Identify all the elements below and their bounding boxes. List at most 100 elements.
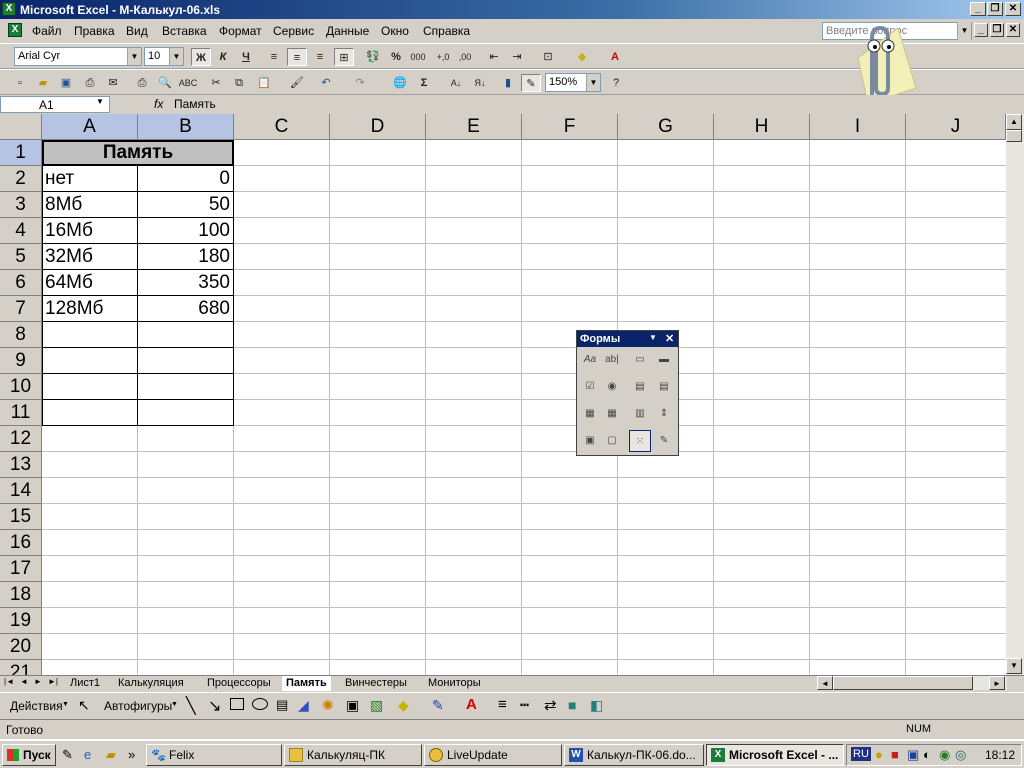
scroll-thumb[interactable]	[1006, 130, 1022, 142]
office-assistant-clippy[interactable]	[838, 18, 918, 106]
picture-icon[interactable]: ▧	[370, 697, 383, 714]
radio-control-icon[interactable]: ◉	[601, 376, 623, 398]
checkbox-control-icon[interactable]: ☑	[579, 376, 601, 398]
insert-function-button[interactable]: fx	[154, 97, 163, 111]
3d-icon[interactable]: ◧	[590, 697, 603, 714]
align-right-icon[interactable]: ≡	[310, 48, 330, 66]
row-header-17[interactable]: 17	[0, 556, 42, 582]
tray-antivirus-icon[interactable]: ◉	[939, 747, 950, 763]
drawing-toggle-icon[interactable]: ✎	[521, 74, 541, 92]
row-header-9[interactable]: 9	[0, 348, 42, 374]
row-header-12[interactable]: 12	[0, 426, 42, 452]
font-size-combo[interactable]: 10 ▼	[144, 47, 184, 66]
run-dialog-icon[interactable]: ✎	[653, 430, 675, 452]
cell-a4[interactable]: 16Мб	[42, 218, 137, 244]
spelling-icon[interactable]: ABC	[178, 74, 198, 92]
menu-edit[interactable]: Правка	[74, 24, 115, 38]
align-left-icon[interactable]: ≡	[264, 48, 284, 66]
actions-menu[interactable]: Действия	[10, 699, 63, 713]
combo-list-edit-icon[interactable]: ▦	[579, 403, 601, 425]
paste-icon[interactable]: 📋	[254, 74, 274, 92]
first-sheet-icon[interactable]: |◄	[4, 677, 14, 686]
decrease-decimal-icon[interactable]: ,00	[455, 48, 475, 66]
column-header-j[interactable]: J	[906, 114, 1006, 140]
formula-input[interactable]: Память	[174, 97, 216, 111]
increase-decimal-icon[interactable]: +,0	[433, 48, 453, 66]
cell-b7[interactable]: 680	[138, 296, 233, 322]
row-header-2[interactable]: 2	[0, 166, 42, 192]
control-properties-icon[interactable]: ▣	[579, 430, 601, 452]
close-button[interactable]: ✕	[1005, 2, 1021, 16]
email-icon[interactable]: ✉	[103, 74, 123, 92]
align-center-icon[interactable]: ≡	[287, 48, 307, 66]
doc-minimize-button[interactable]: _	[974, 23, 988, 37]
undo-icon[interactable]: ↶	[316, 74, 336, 92]
cell-a7[interactable]: 128Мб	[42, 296, 137, 322]
menu-file[interactable]: Файл	[32, 24, 62, 38]
row-header-18[interactable]: 18	[0, 582, 42, 608]
task-word[interactable]: W Калькул-ПК-06.do...	[564, 744, 704, 766]
doc-close-button[interactable]: ✕	[1006, 23, 1020, 37]
open-folder-icon[interactable]: ▰	[33, 74, 53, 92]
increase-indent-icon[interactable]: ⇥	[507, 48, 527, 66]
row-header-5[interactable]: 5	[0, 244, 42, 270]
horizontal-scrollbar[interactable]: ◄ ►	[817, 676, 1007, 690]
copy-icon[interactable]: ⧉	[229, 74, 249, 92]
redo-icon[interactable]: ↷	[350, 74, 370, 92]
ie-icon[interactable]: e	[84, 747, 91, 762]
excel-app-icon[interactable]: X	[2, 2, 16, 16]
tray-sync-icon[interactable]: ◎	[955, 747, 966, 763]
select-all-corner[interactable]	[0, 114, 42, 140]
worksheet-grid[interactable]: A B C D E F G H I J 1 2 3 4 5 6 7 8 9 10…	[0, 114, 1006, 675]
button-control-icon[interactable]: ▬	[653, 349, 675, 371]
forms-toolbar[interactable]: Формы ▼ ✕ Aa ab| ▭ ▬ ☑ ◉ ▤ ▤ ▦ ▦ ▥ ⇕ ▣ ▢…	[576, 330, 679, 456]
bold-button[interactable]: Ж	[191, 48, 211, 66]
listbox-control-icon[interactable]: ▤	[629, 376, 651, 398]
cell-b5[interactable]: 180	[138, 244, 233, 270]
autosum-button[interactable]: Σ	[414, 74, 434, 92]
diagram-icon[interactable]: ✺	[322, 697, 334, 714]
combobox-control-icon[interactable]: ▤	[653, 376, 675, 398]
doc-restore-button[interactable]: ❐	[990, 23, 1004, 37]
tray-volume-icon[interactable]: ◐	[923, 747, 931, 762]
fill-color-icon[interactable]: ◆	[572, 48, 592, 66]
quicklaunch-icon[interactable]: ✎	[62, 747, 73, 763]
cell-a6[interactable]: 64Мб	[42, 270, 137, 296]
sheet-tab-memory[interactable]: Память	[282, 676, 331, 691]
cell-b3[interactable]: 50	[138, 192, 233, 218]
menu-view[interactable]: Вид	[126, 24, 148, 38]
row-header-3[interactable]: 3	[0, 192, 42, 218]
select-objects-icon[interactable]: ↖	[78, 697, 90, 714]
spinner-control-icon[interactable]: ⇕	[653, 403, 675, 425]
permission-icon[interactable]: ⎙	[80, 74, 100, 92]
scroll-down-icon[interactable]: ▼	[1006, 658, 1022, 674]
format-painter-icon[interactable]: 🖌	[287, 74, 307, 92]
scroll-left-icon[interactable]: ◄	[817, 676, 833, 690]
workbook-icon[interactable]: X	[8, 23, 22, 37]
column-header-e[interactable]: E	[426, 114, 522, 140]
column-header-h[interactable]: H	[714, 114, 810, 140]
minimize-button[interactable]: _	[970, 2, 986, 16]
oval-icon[interactable]	[252, 698, 268, 710]
sort-ascending-icon[interactable]: A↓	[446, 74, 466, 92]
folder-icon[interactable]: ▰	[106, 747, 116, 763]
italic-button[interactable]: К	[213, 48, 233, 66]
chevron-down-icon[interactable]: ▼	[96, 97, 104, 106]
arrow-icon[interactable]: ↘	[208, 696, 221, 716]
font-color-icon[interactable]: A	[466, 696, 477, 713]
percent-button[interactable]: %	[386, 48, 406, 66]
thousands-button[interactable]: 000	[408, 48, 428, 66]
table-header-cell[interactable]: Память	[42, 140, 234, 166]
wordart-icon[interactable]: ◢	[298, 697, 309, 714]
row-header-16[interactable]: 16	[0, 530, 42, 556]
row-header-19[interactable]: 19	[0, 608, 42, 634]
scroll-right-icon[interactable]: ►	[989, 676, 1005, 690]
tray-security-icon[interactable]: ■	[891, 747, 899, 762]
column-header-i[interactable]: I	[810, 114, 906, 140]
restore-button[interactable]: ❐	[987, 2, 1003, 16]
textbox-control-icon[interactable]: ab|	[601, 349, 623, 371]
rectangle-icon[interactable]	[230, 698, 244, 710]
column-header-b[interactable]: B	[138, 114, 234, 140]
zoom-combo[interactable]: 150% ▼	[545, 73, 601, 92]
chart-wizard-icon[interactable]: ▮	[498, 74, 518, 92]
